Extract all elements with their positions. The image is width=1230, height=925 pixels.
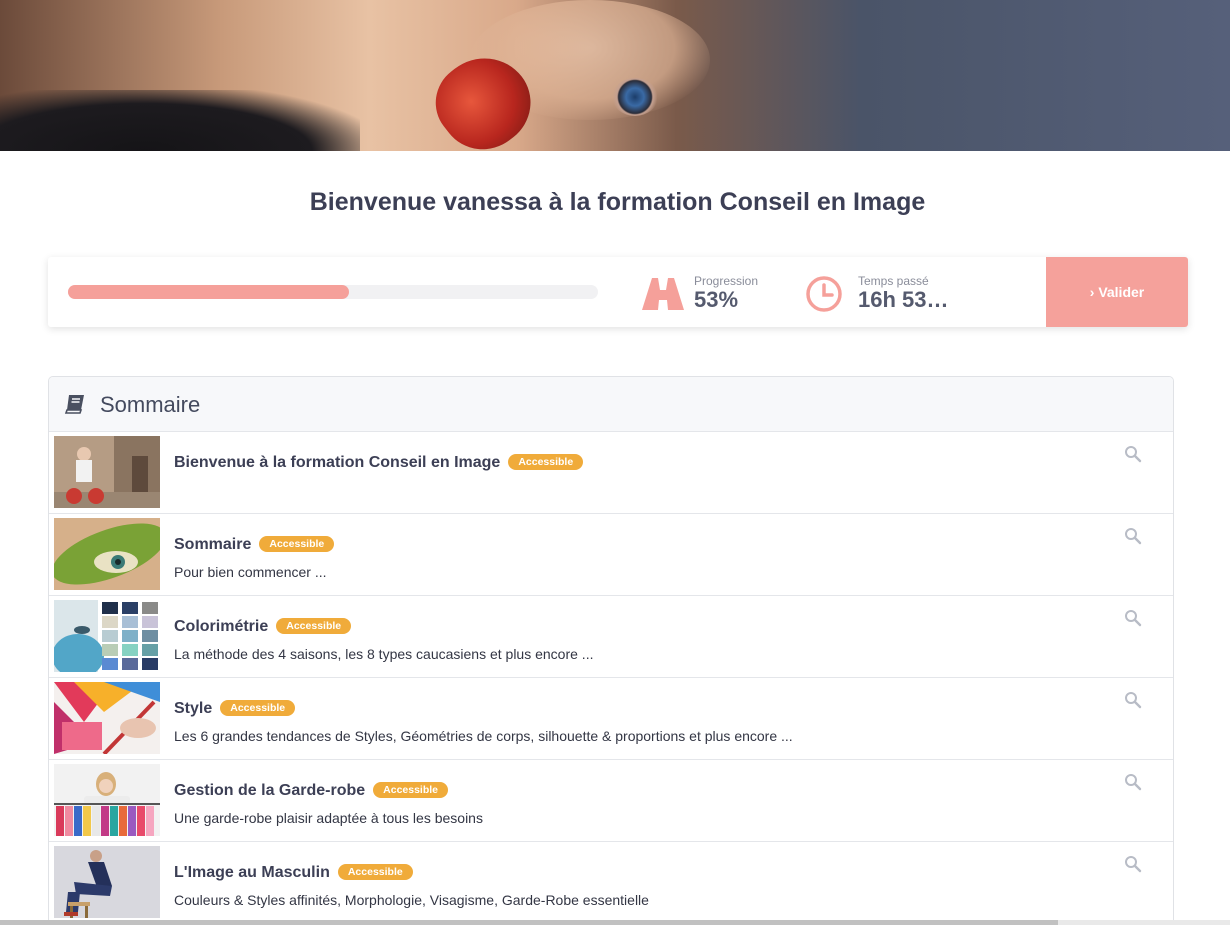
- search-icon[interactable]: [1124, 855, 1142, 873]
- module-description: Les 6 grandes tendances de Styles, Géomé…: [174, 728, 793, 744]
- validate-button[interactable]: › Valider: [1046, 257, 1188, 327]
- module-thumbnail: [54, 682, 160, 754]
- clock-icon: [806, 276, 842, 312]
- module-title: L'Image au Masculin Accessible: [174, 864, 413, 882]
- book-icon: [64, 395, 84, 414]
- summary-header: Sommaire: [49, 377, 1173, 432]
- accessible-badge: Accessible: [259, 536, 335, 552]
- scrollbar-thumb[interactable]: [0, 920, 1058, 925]
- list-item[interactable]: Gestion de la Garde-robe Accessible Une g…: [49, 760, 1173, 842]
- list-item[interactable]: Bienvenue à la formation Conseil en Imag…: [49, 432, 1173, 514]
- module-thumbnail: [54, 600, 160, 672]
- horizontal-scrollbar[interactable]: [0, 920, 1230, 925]
- search-icon[interactable]: [1124, 773, 1142, 791]
- progression-value: 53%: [694, 287, 739, 312]
- accessible-badge: Accessible: [337, 864, 413, 880]
- search-icon[interactable]: [1124, 527, 1142, 545]
- accessible-badge: Accessible: [373, 782, 449, 798]
- module-description: Couleurs & Styles affinités, Morphologie…: [174, 892, 649, 908]
- module-description: La méthode des 4 saisons, les 8 types ca…: [174, 646, 594, 662]
- module-title: Colorimétrie Accessible: [174, 618, 352, 636]
- module-thumbnail: [54, 846, 160, 918]
- accessible-badge: Accessible: [508, 454, 584, 470]
- module-title: Sommaire Accessible: [174, 536, 335, 554]
- list-item[interactable]: L'Image au Masculin Accessible Couleurs &…: [49, 842, 1173, 924]
- progress-bar-fill: [68, 285, 349, 299]
- time-spent-label: Temps passé: [858, 274, 929, 288]
- module-description: Pour bien commencer ...: [174, 564, 327, 580]
- module-title: Bienvenue à la formation Conseil en Imag…: [174, 454, 584, 472]
- list-item[interactable]: Style Accessible Les 6 grandes tendances …: [49, 678, 1173, 760]
- module-title: Gestion de la Garde-robe Accessible: [174, 782, 449, 800]
- module-thumbnail: [54, 518, 160, 590]
- list-item[interactable]: Sommaire Accessible Pour bien commencer .…: [49, 514, 1173, 596]
- search-icon[interactable]: [1124, 445, 1142, 463]
- progress-bar: [68, 285, 598, 299]
- progression-stat: Progression 53%: [642, 273, 782, 313]
- progress-card: Progression 53% Temps passé 16h 53mi… › …: [48, 257, 1188, 327]
- list-item[interactable]: Colorimétrie Accessible La méthode des 4 …: [49, 596, 1173, 678]
- road-icon: [642, 278, 684, 310]
- module-title: Style Accessible: [174, 700, 296, 718]
- time-spent-stat: Temps passé 16h 53mi…: [806, 273, 976, 313]
- time-spent-value: 16h 53mi…: [858, 287, 968, 312]
- search-icon[interactable]: [1124, 609, 1142, 627]
- accessible-badge: Accessible: [276, 618, 352, 634]
- module-description: Une garde-robe plaisir adaptée à tous le…: [174, 810, 483, 826]
- module-thumbnail: [54, 436, 160, 508]
- search-icon[interactable]: [1124, 691, 1142, 709]
- hero-banner-image: [0, 0, 1230, 151]
- summary-panel: Sommaire Bienvenue à la formation Consei…: [48, 376, 1174, 925]
- progression-label: Progression: [694, 274, 759, 288]
- module-thumbnail: [54, 764, 160, 836]
- accessible-badge: Accessible: [220, 700, 296, 716]
- summary-title: Sommaire: [100, 392, 201, 417]
- page-title: Bienvenue vanessa à la formation Conseil…: [309, 188, 926, 216]
